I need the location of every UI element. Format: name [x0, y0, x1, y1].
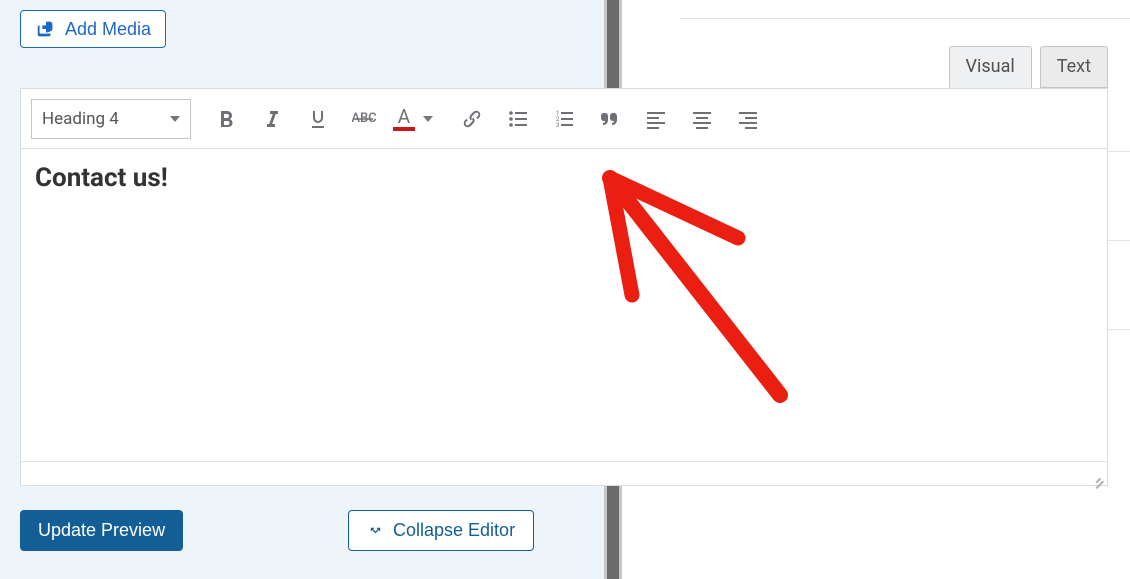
tab-text[interactable]: Text: [1040, 46, 1108, 88]
collapse-editor-label: Collapse Editor: [393, 520, 515, 541]
align-left-button[interactable]: [635, 98, 677, 140]
editor-content-area[interactable]: Contact us!: [21, 149, 1107, 461]
strikethrough-icon: ABC: [352, 107, 376, 131]
underline-icon: [306, 107, 330, 131]
divider-line: [680, 18, 1130, 19]
content-heading: Contact us!: [35, 163, 1093, 193]
bold-icon: [214, 107, 238, 131]
chevron-down-icon: [170, 116, 180, 122]
collapse-editor-button[interactable]: Collapse Editor: [348, 510, 534, 551]
svg-text:3: 3: [556, 122, 559, 129]
tab-visual[interactable]: Visual: [949, 46, 1032, 88]
resize-handle[interactable]: [1090, 468, 1104, 482]
italic-button[interactable]: [251, 98, 293, 140]
link-icon: [460, 107, 484, 131]
tab-text-label: Text: [1057, 56, 1091, 77]
align-right-icon: [736, 107, 760, 131]
update-preview-label: Update Preview: [38, 520, 165, 540]
collapse-icon: [367, 523, 383, 539]
tab-visual-label: Visual: [966, 56, 1015, 77]
align-left-icon: [644, 107, 668, 131]
underline-button[interactable]: [297, 98, 339, 140]
numbered-list-icon: 123: [552, 107, 576, 131]
link-button[interactable]: [451, 98, 493, 140]
numbered-list-button[interactable]: 123: [543, 98, 585, 140]
media-icon: [35, 18, 57, 40]
add-media-label: Add Media: [65, 19, 151, 40]
strikethrough-button[interactable]: ABC: [343, 98, 385, 140]
bulleted-list-icon: [506, 107, 530, 131]
editor-statusbar: [21, 461, 1107, 485]
text-color-icon: A: [393, 107, 415, 131]
format-dropdown-label: Heading 4: [42, 109, 119, 129]
align-center-icon: [690, 107, 714, 131]
chevron-down-icon: [423, 116, 433, 122]
blockquote-button[interactable]: [589, 98, 631, 140]
italic-icon: [260, 107, 284, 131]
align-right-button[interactable]: [727, 98, 769, 140]
editor-tabs: Visual Text: [949, 46, 1108, 88]
editor-frame: Heading 4 ABC A: [20, 88, 1108, 486]
update-preview-button[interactable]: Update Preview: [20, 510, 183, 551]
blockquote-icon: [598, 107, 622, 131]
bulleted-list-button[interactable]: [497, 98, 539, 140]
format-dropdown[interactable]: Heading 4: [31, 99, 191, 139]
align-center-button[interactable]: [681, 98, 723, 140]
text-color-button[interactable]: A: [389, 98, 437, 140]
add-media-button[interactable]: Add Media: [20, 10, 166, 48]
editor-toolbar: Heading 4 ABC A: [21, 89, 1107, 149]
bold-button[interactable]: [205, 98, 247, 140]
